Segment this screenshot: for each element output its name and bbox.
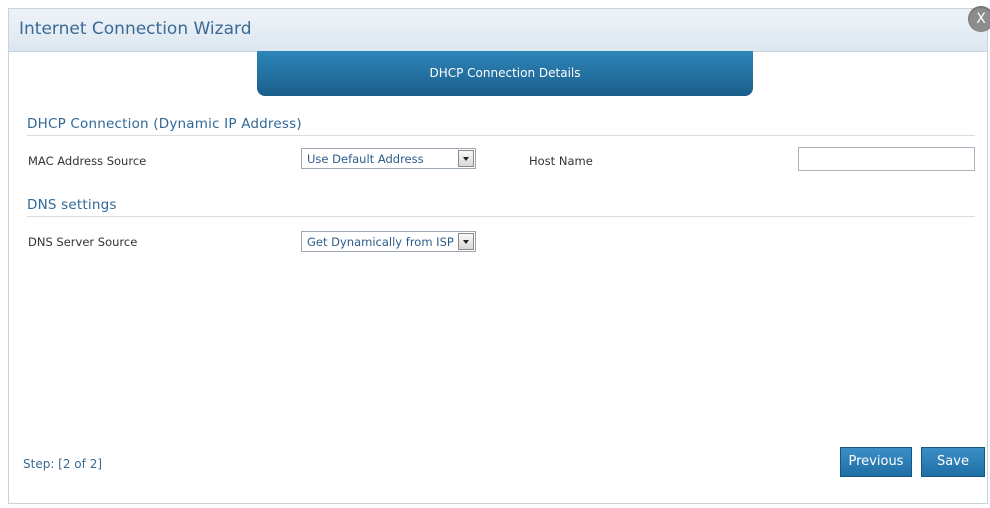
title-bar: Internet Connection Wizard <box>9 9 987 52</box>
dns-server-source-select[interactable]: Get Dynamically from ISP <box>301 231 476 252</box>
step-tab-label: DHCP Connection Details <box>429 66 581 80</box>
mac-address-source-label: MAC Address Source <box>28 154 147 168</box>
host-name-input[interactable] <box>798 147 975 171</box>
previous-button[interactable]: Previous <box>840 447 912 477</box>
dhcp-section-header: DHCP Connection (Dynamic IP Address) <box>27 116 975 136</box>
dns-server-source-label: DNS Server Source <box>28 235 138 249</box>
step-indicator: Step: [2 of 2] <box>23 457 103 471</box>
chevron-down-icon[interactable] <box>458 150 474 167</box>
host-name-label: Host Name <box>529 154 593 168</box>
chevron-down-icon[interactable] <box>458 233 474 250</box>
step-tab: DHCP Connection Details <box>257 51 753 96</box>
mac-address-source-select[interactable]: Use Default Address <box>301 148 476 169</box>
save-button[interactable]: Save <box>921 447 985 477</box>
close-icon[interactable]: X <box>968 6 990 32</box>
dns-server-source-value: Get Dynamically from ISP <box>307 235 454 249</box>
mac-address-source-value: Use Default Address <box>307 152 424 166</box>
dialog-title: Internet Connection Wizard <box>19 19 252 39</box>
wizard-dialog: Internet Connection Wizard DHCP Connecti… <box>8 8 988 504</box>
dns-section-header: DNS settings <box>27 197 975 217</box>
